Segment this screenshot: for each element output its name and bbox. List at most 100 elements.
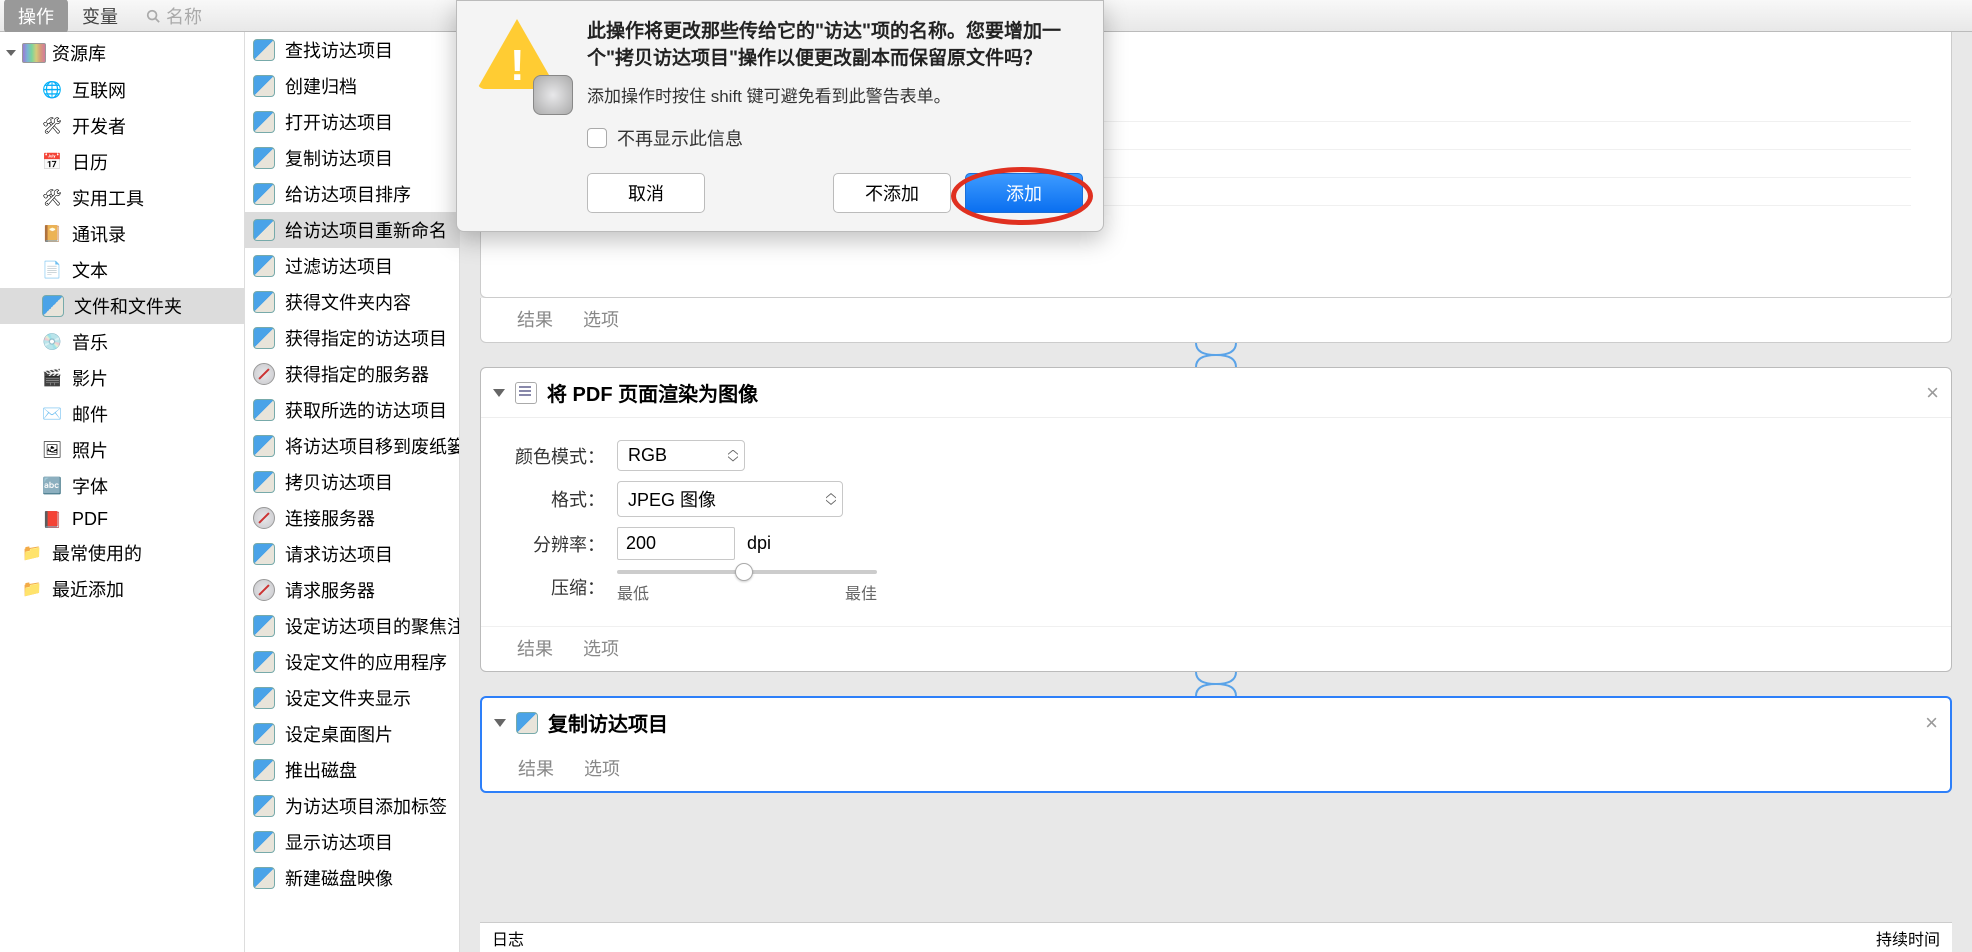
color-mode-select[interactable]: RGB [617, 440, 745, 471]
library-header[interactable]: 资源库 [0, 32, 244, 72]
finder-icon [253, 183, 275, 205]
category-icon: 🛠 [42, 116, 62, 136]
finder-icon [253, 435, 275, 457]
card-footer-results[interactable]: 结果 [517, 635, 553, 661]
dont-show-checkbox[interactable] [587, 128, 607, 148]
finder-icon [253, 615, 275, 637]
close-icon[interactable]: × [1925, 710, 1938, 736]
action-item-label: 为访达项目添加标签 [285, 793, 447, 819]
sidebar-item-12[interactable]: 📕PDF [0, 504, 244, 535]
action-item-5[interactable]: 给访达项目重新命名 [245, 212, 459, 248]
action-item-11[interactable]: 将访达项目移到废纸篓 [245, 428, 459, 464]
sidebar-item-6[interactable]: 文件和文件夹 [0, 288, 244, 324]
action-item-label: 将访达项目移到废纸篓 [285, 433, 459, 459]
category-icon: 📅 [42, 152, 62, 172]
action-item-20[interactable]: 推出磁盘 [245, 752, 459, 788]
card-footer-options[interactable]: 选项 [583, 635, 619, 661]
finder-icon [253, 543, 275, 565]
action-item-label: 获得指定的访达项目 [285, 325, 447, 351]
action-item-14[interactable]: 请求访达项目 [245, 536, 459, 572]
finder-icon [253, 75, 275, 97]
category-icon: 💿 [42, 332, 62, 352]
category-icon: 🌐 [42, 80, 62, 100]
action-item-label: 设定桌面图片 [285, 721, 393, 747]
action-item-13[interactable]: 连接服务器 [245, 500, 459, 536]
sidebar-item-label: 影片 [72, 365, 108, 391]
action-item-8[interactable]: 获得指定的访达项目 [245, 320, 459, 356]
action-item-9[interactable]: 获得指定的服务器 [245, 356, 459, 392]
dialog-message: 此操作将更改那些传给它的"访达"项的名称。您要增加一个"拷贝访达项目"操作以便更… [587, 19, 1083, 72]
sidebar-item-9[interactable]: ✉️邮件 [0, 396, 244, 432]
action-item-1[interactable]: 创建归档 [245, 68, 459, 104]
sidebar-item-1[interactable]: 🛠开发者 [0, 108, 244, 144]
card-footer-results[interactable]: 结果 [518, 755, 554, 781]
warning-icon [477, 19, 567, 109]
tab-variables[interactable]: 变量 [68, 0, 132, 33]
close-icon[interactable]: × [1926, 380, 1939, 406]
sidebar-item-11[interactable]: 🔤字体 [0, 468, 244, 504]
sidebar-item-5[interactable]: 📄文本 [0, 252, 244, 288]
sidebar-item-3[interactable]: 🛠实用工具 [0, 180, 244, 216]
action-item-22[interactable]: 显示访达项目 [245, 824, 459, 860]
connector-icon [460, 343, 1972, 367]
sidebar-item-7[interactable]: 💿音乐 [0, 324, 244, 360]
action-item-18[interactable]: 设定文件夹显示 [245, 680, 459, 716]
sidebar-item-2[interactable]: 📅日历 [0, 144, 244, 180]
card-footer-results[interactable]: 结果 [517, 306, 553, 332]
sidebar-item-0[interactable]: 🌐 互联网 [0, 72, 244, 108]
dialog-hint: 添加操作时按住 shift 键可避免看到此警告表单。 [587, 82, 1083, 107]
tab-actions[interactable]: 操作 [4, 0, 68, 33]
action-item-label: 过滤访达项目 [285, 253, 393, 279]
finder-icon [253, 39, 275, 61]
action-item-10[interactable]: 获取所选的访达项目 [245, 392, 459, 428]
sidebar-item-8[interactable]: 🎬影片 [0, 360, 244, 396]
finder-icon [253, 219, 275, 241]
action-item-3[interactable]: 复制访达项目 [245, 140, 459, 176]
disclosure-icon[interactable] [494, 719, 506, 727]
action-item-17[interactable]: 设定文件的应用程序 [245, 644, 459, 680]
action-item-4[interactable]: 给访达项目排序 [245, 176, 459, 212]
search-placeholder: 名称 [166, 3, 202, 29]
dont-add-button[interactable]: 不添加 [833, 173, 951, 213]
action-item-label: 请求访达项目 [285, 541, 393, 567]
cancel-button[interactable]: 取消 [587, 173, 705, 213]
action-card-copy-finder-items[interactable]: 复制访达项目 × 结果 选项 [480, 696, 1952, 793]
disclosure-icon[interactable] [493, 389, 505, 397]
action-item-16[interactable]: 设定访达项目的聚焦注释 [245, 608, 459, 644]
sidebar-item-label: 字体 [72, 473, 108, 499]
sidebar-group-1[interactable]: 📁最近添加 [0, 571, 244, 607]
action-item-label: 获取所选的访达项目 [285, 397, 447, 423]
action-item-0[interactable]: 查找访达项目 [245, 32, 459, 68]
finder-icon [253, 291, 275, 313]
category-icon: ✉️ [42, 404, 62, 424]
compression-slider[interactable] [617, 570, 877, 574]
disclosure-icon [6, 50, 16, 56]
action-item-19[interactable]: 设定桌面图片 [245, 716, 459, 752]
sidebar-item-label: 互联网 [72, 77, 126, 103]
action-item-label: 连接服务器 [285, 505, 375, 531]
compression-high-label: 最佳 [845, 580, 877, 604]
action-item-21[interactable]: 为访达项目添加标签 [245, 788, 459, 824]
action-item-12[interactable]: 拷贝访达项目 [245, 464, 459, 500]
card-footer-options[interactable]: 选项 [583, 306, 619, 332]
sidebar-group-label: 最常使用的 [52, 540, 142, 566]
action-item-2[interactable]: 打开访达项目 [245, 104, 459, 140]
format-select[interactable]: JPEG 图像 [617, 481, 843, 517]
sidebar-item-4[interactable]: 📔通讯录 [0, 216, 244, 252]
action-item-6[interactable]: 过滤访达项目 [245, 248, 459, 284]
search-icon [146, 9, 160, 23]
sidebar-item-label: 照片 [72, 437, 108, 463]
finder-icon [253, 687, 275, 709]
action-item-15[interactable]: 请求服务器 [245, 572, 459, 608]
finder-icon [253, 831, 275, 853]
card-footer-options[interactable]: 选项 [584, 755, 620, 781]
search-input[interactable]: 名称 [140, 1, 208, 31]
add-button[interactable]: 添加 [965, 173, 1083, 213]
sidebar-item-10[interactable]: 🖼照片 [0, 432, 244, 468]
compression-low-label: 最低 [617, 580, 649, 604]
action-item-23[interactable]: 新建磁盘映像 [245, 860, 459, 896]
action-item-7[interactable]: 获得文件夹内容 [245, 284, 459, 320]
sidebar-group-0[interactable]: 📁最常使用的 [0, 535, 244, 571]
resolution-input[interactable] [617, 527, 735, 560]
category-icon: 📄 [42, 260, 62, 280]
